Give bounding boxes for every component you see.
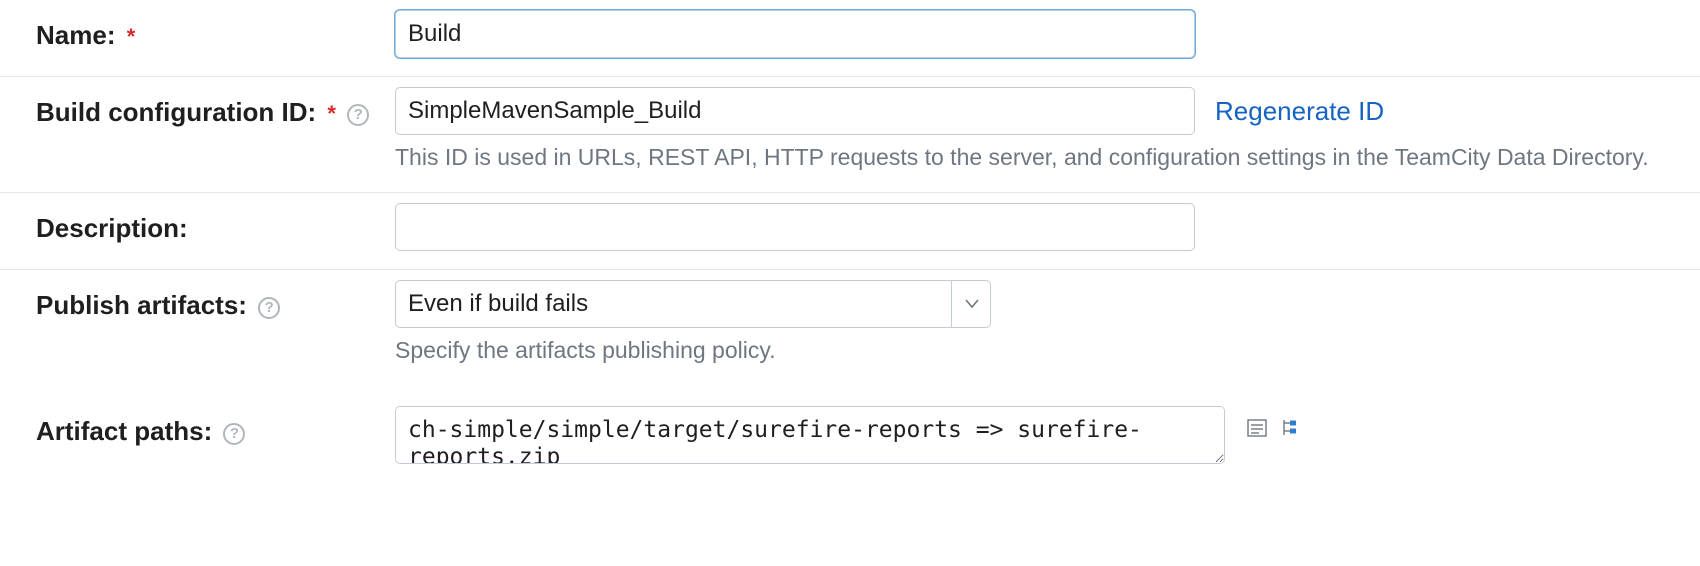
label-name-text: Name: — [36, 20, 115, 50]
help-icon[interactable]: ? — [347, 104, 369, 126]
label-config-id: Build configuration ID: * ? — [0, 87, 395, 130]
label-publish-artifacts: Publish artifacts: ? — [0, 280, 395, 323]
label-description-text: Description: — [36, 213, 188, 243]
build-config-form: Name: * Build configuration ID: * ? Rege… — [0, 0, 1700, 482]
row-description: Description: — [0, 193, 1700, 270]
artifact-paths-tools — [1245, 406, 1303, 440]
required-indicator: * — [127, 24, 136, 49]
row-config-id: Build configuration ID: * ? Regenerate I… — [0, 77, 1700, 193]
label-config-id-text: Build configuration ID: — [36, 97, 316, 127]
publish-artifacts-value: Even if build fails — [408, 290, 588, 318]
help-icon[interactable]: ? — [258, 297, 280, 319]
label-artifact-paths: Artifact paths: ? — [0, 406, 395, 449]
regenerate-id-link[interactable]: Regenerate ID — [1215, 96, 1384, 127]
artifact-paths-textarea[interactable] — [395, 406, 1225, 464]
label-publish-artifacts-text: Publish artifacts: — [36, 290, 247, 320]
chevron-down-icon — [951, 280, 991, 328]
label-description: Description: — [0, 203, 395, 246]
value-config-id: Regenerate ID This ID is used in URLs, R… — [395, 87, 1700, 174]
list-icon[interactable] — [1245, 416, 1269, 440]
row-artifact-paths: Artifact paths: ? — [0, 386, 1700, 482]
label-name: Name: * — [0, 10, 395, 53]
publish-artifacts-hint: Specify the artifacts publishing policy. — [395, 334, 1655, 367]
config-id-input[interactable] — [395, 87, 1195, 135]
name-input[interactable] — [395, 10, 1195, 58]
row-name: Name: * — [0, 0, 1700, 77]
required-indicator: * — [327, 101, 336, 126]
value-artifact-paths — [395, 406, 1700, 464]
publish-artifacts-select[interactable]: Even if build fails — [395, 280, 991, 328]
tree-icon[interactable] — [1279, 416, 1303, 440]
value-description — [395, 203, 1700, 251]
value-publish-artifacts: Even if build fails Specify the artifact… — [395, 280, 1700, 367]
value-name — [395, 10, 1700, 58]
config-id-hint: This ID is used in URLs, REST API, HTTP … — [395, 141, 1655, 174]
help-icon[interactable]: ? — [223, 423, 245, 445]
description-input[interactable] — [395, 203, 1195, 251]
row-publish-artifacts: Publish artifacts: ? Even if build fails… — [0, 270, 1700, 385]
label-artifact-paths-text: Artifact paths: — [36, 416, 212, 446]
